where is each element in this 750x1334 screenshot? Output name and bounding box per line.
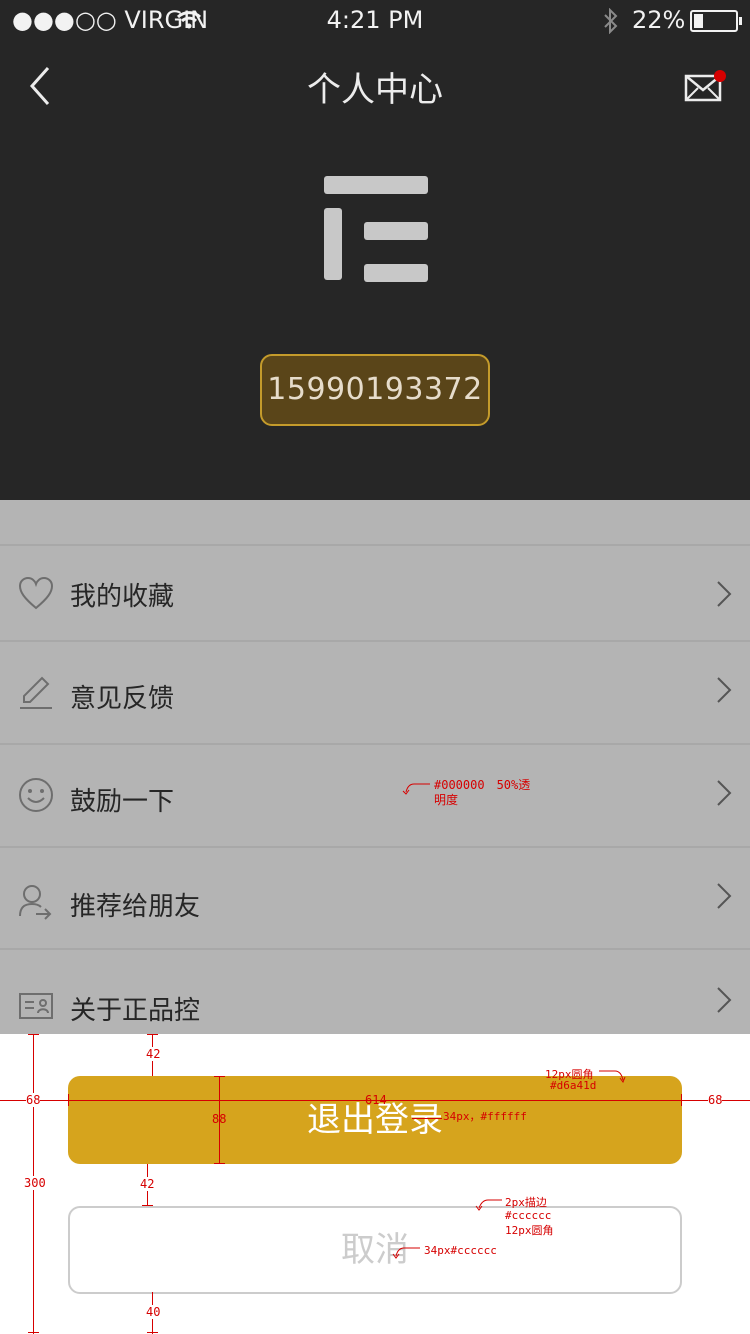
annotation-logout-font: 34px，#ffffff bbox=[443, 1110, 527, 1123]
annotation-arrow bbox=[392, 1247, 420, 1259]
annotation-pointer bbox=[412, 1118, 442, 1119]
page-title: 个人中心 bbox=[307, 70, 443, 110]
annotation-overlay-2: 明度 bbox=[434, 793, 459, 807]
bluetooth-icon bbox=[604, 8, 618, 34]
dim-label-300: 300 bbox=[24, 1176, 46, 1190]
menu-item-feedback[interactable]: 意见反馈 bbox=[0, 640, 750, 743]
dim-label-42-top: 42 bbox=[146, 1047, 161, 1061]
menu-item-about[interactable]: 关于正品控 bbox=[0, 948, 750, 1036]
smile-icon bbox=[19, 778, 53, 812]
annotation-arrow bbox=[599, 1070, 626, 1084]
menu-item-label: 鼓励一下 bbox=[70, 787, 175, 817]
id-card-icon bbox=[19, 993, 53, 1019]
dim-label-68-right: 68 bbox=[708, 1093, 723, 1107]
chevron-right-icon bbox=[717, 987, 732, 1013]
menu-item-encourage[interactable]: 鼓励一下 bbox=[0, 743, 750, 846]
annotation-arrow bbox=[402, 783, 430, 795]
menu-item-label: 我的收藏 bbox=[70, 582, 175, 612]
profile-header: ●●●○○ VIRGIN 4:21 PM 22% 个人中心 1599019337… bbox=[0, 0, 750, 500]
menu-item-label: 推荐给朋友 bbox=[70, 892, 201, 922]
dim-tick bbox=[214, 1163, 225, 1164]
dim-tick bbox=[68, 1094, 69, 1106]
pencil-icon bbox=[20, 676, 52, 709]
user-share-icon bbox=[19, 885, 52, 920]
chevron-right-icon bbox=[717, 780, 732, 806]
dim-label-614: 614 bbox=[365, 1093, 387, 1107]
annotation-cancel-font: 34px#cccccc bbox=[424, 1244, 497, 1257]
dim-label-68-left: 68 bbox=[26, 1093, 41, 1107]
dim-label-42-mid: 42 bbox=[140, 1177, 155, 1191]
dim-tick bbox=[147, 1034, 158, 1035]
chevron-right-icon bbox=[717, 677, 732, 703]
dim-tick bbox=[142, 1205, 153, 1206]
cancel-button[interactable]: 取消 bbox=[68, 1206, 682, 1294]
dim-tick bbox=[147, 1332, 158, 1333]
menu-item-label: 关于正品控 bbox=[70, 996, 201, 1026]
battery-icon bbox=[690, 10, 742, 32]
mail-button[interactable] bbox=[684, 70, 728, 106]
chevron-right-icon bbox=[717, 883, 732, 909]
annotation-stroke-3: 12px圆角 bbox=[505, 1224, 554, 1237]
annotation-stroke-1: 2px描边 bbox=[505, 1196, 547, 1209]
chevron-right-icon bbox=[717, 581, 732, 607]
annotation-radius-2: #d6a41d bbox=[550, 1079, 597, 1092]
menu-item-recommend[interactable]: 推荐给朋友 bbox=[0, 846, 750, 950]
dim-tick bbox=[28, 1332, 39, 1333]
dim-label-88: 88 bbox=[212, 1112, 227, 1126]
heart-icon bbox=[18, 576, 54, 610]
menu-item-favorites[interactable]: 我的收藏 bbox=[0, 544, 750, 640]
menu-list: 我的收藏 意见反馈 鼓励一下 推荐给朋友 关于正品控 bbox=[0, 500, 750, 1034]
brand-logo-icon bbox=[324, 176, 428, 282]
battery-percent: 22% bbox=[632, 6, 686, 34]
dim-tick bbox=[214, 1076, 225, 1077]
menu-item-label: 意见反馈 bbox=[70, 684, 175, 714]
mail-badge bbox=[714, 70, 726, 82]
phone-number-badge: 15990193372 bbox=[260, 354, 490, 426]
dim-tick bbox=[681, 1094, 682, 1106]
annotation-stroke-2: #cccccc bbox=[505, 1209, 552, 1222]
dim-tick bbox=[28, 1034, 39, 1035]
annotation-arrow bbox=[475, 1199, 502, 1211]
dim-label-40: 40 bbox=[146, 1305, 161, 1319]
